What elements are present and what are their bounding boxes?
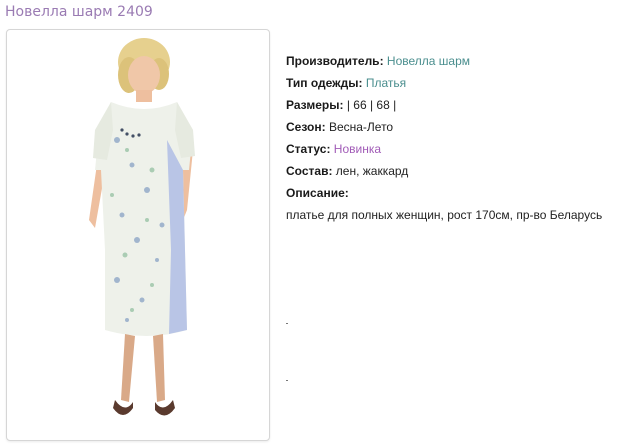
status-row: Статус: Новинка [286, 138, 602, 160]
product-properties: Производитель: Новелла шарм Тип одежды: … [286, 50, 602, 226]
description-text: платье для полных женщин, рост 170см, пр… [286, 208, 603, 222]
type-link[interactable]: Платья [366, 76, 406, 90]
status-link[interactable]: Новинка [334, 142, 381, 156]
type-row: Тип одежды: Платья [286, 72, 602, 94]
composition-value: лен, жаккард [335, 164, 409, 178]
stray-dot [286, 323, 288, 324]
season-label: Сезон: [286, 120, 326, 134]
type-label: Тип одежды: [286, 76, 363, 90]
sizes-label: Размеры: [286, 98, 344, 112]
description-row: Описание: [286, 182, 602, 204]
dress-model-illustration [89, 38, 195, 416]
status-label: Статус: [286, 142, 331, 156]
composition-label: Состав: [286, 164, 333, 178]
sizes-row: Размеры: | 66 | 68 | [286, 94, 602, 116]
season-row: Сезон: Весна-Лето [286, 116, 602, 138]
manufacturer-link[interactable]: Новелла шарм [387, 54, 470, 68]
season-value: Весна-Лето [328, 120, 394, 134]
sizes-value: | 66 | 68 | [346, 98, 397, 112]
composition-row: Состав: лен, жаккард [286, 160, 602, 182]
description-label: Описание: [286, 186, 349, 200]
stray-dot [286, 380, 288, 381]
manufacturer-row: Производитель: Новелла шарм [286, 50, 602, 72]
manufacturer-label: Производитель: [286, 54, 384, 68]
product-photo[interactable] [6, 29, 270, 441]
product-title: Новелла шарм 2409 [5, 4, 153, 20]
